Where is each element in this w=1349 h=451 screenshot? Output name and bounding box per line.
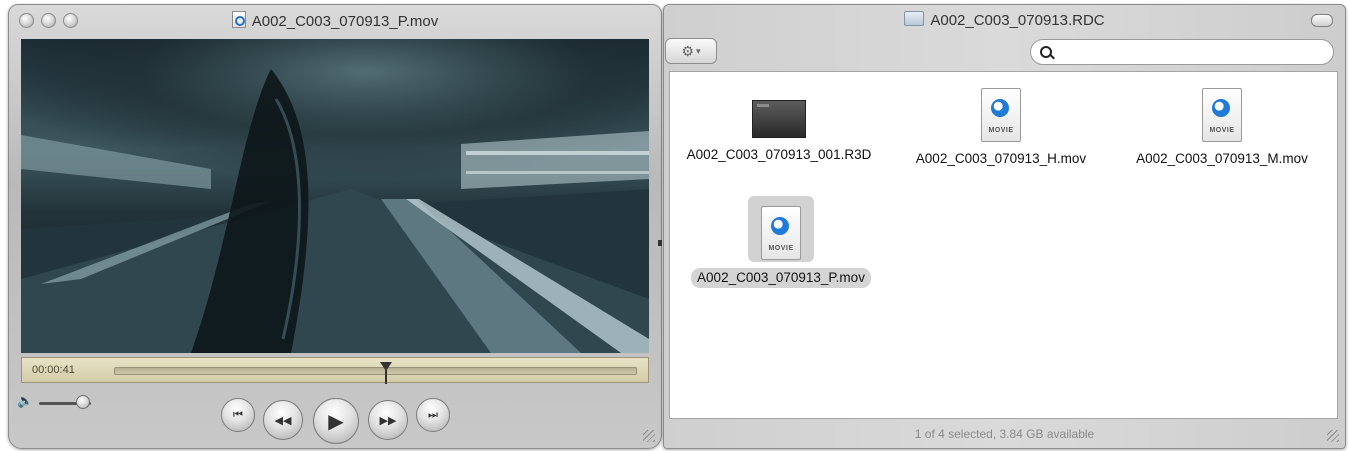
movie-tag: MOVIE [988,127,1014,134]
file-item-selected[interactable]: MOVIE A002_C003_070913_P.mov [676,196,886,288]
quicktime-movie-icon: MOVIE [981,88,1021,142]
folder-icon [904,11,925,26]
file-item[interactable]: MOVIE A002_C003_070913_M.mov [1117,78,1327,168]
player-window-title: A002_C003_070913_P.mov [251,13,439,30]
time-bar: 00:00:41 [21,357,649,384]
go-to-end-icon: ⏭ [428,408,438,421]
finder-window: A002_C003_070913.RDC ⚙ ▾ A002_C003_07091… [663,4,1346,449]
go-to-start-button[interactable]: ⏮ [221,398,255,432]
go-to-end-button[interactable]: ⏭ [416,398,450,432]
finder-titlebar[interactable]: A002_C003_070913.RDC [664,11,1345,29]
resize-grip-icon[interactable] [643,430,655,442]
window-edge-marker [658,240,662,246]
play-icon: ▶ [328,410,344,433]
resize-grip-icon[interactable] [1327,430,1339,442]
go-to-start-icon: ⏮ [233,408,243,421]
timecode-display: 00:00:41 [32,364,75,376]
file-item[interactable]: MOVIE A002_C003_070913_H.mov [896,78,1106,168]
finder-window-title: A002_C003_070913.RDC [930,12,1105,29]
search-input[interactable] [1059,43,1323,63]
quicktime-player-window: A002_C003_070913_P.mov 00:00:41 🔈 ⏮ ◀◀ ▶… [8,4,662,449]
file-icon-view: A002_C003_070913_001.R3D MOVIE A002_C003… [669,71,1338,419]
rewind-icon: ◀◀ [274,414,292,427]
fast-forward-icon: ▶▶ [379,414,397,427]
file-name: A002_C003_070913_H.mov [915,151,1087,166]
toolbar-toggle-button[interactable] [1311,14,1333,27]
status-bar: 1 of 4 selected, 3.84 GB available [914,427,1095,441]
search-icon [1040,46,1052,58]
quicktime-movie-icon: MOVIE [761,206,801,260]
video-frame[interactable] [21,39,649,353]
file-name: A002_C003_070913_P.mov [691,268,871,288]
search-field[interactable] [1030,39,1334,65]
r3d-thumbnail-icon [752,100,806,138]
file-item[interactable]: A002_C003_070913_001.R3D [674,78,884,164]
movie-document-icon [231,11,246,28]
movie-tag: MOVIE [1209,127,1235,134]
rewind-button[interactable]: ◀◀ [263,400,303,440]
speaker-icon: 🔈 [17,393,34,408]
player-titlebar[interactable]: A002_C003_070913_P.mov [9,5,661,35]
fast-forward-button[interactable]: ▶▶ [368,400,408,440]
movie-tag: MOVIE [768,245,794,252]
scrubber-track[interactable] [114,362,637,384]
play-button[interactable]: ▶ [313,398,359,444]
chevron-down-icon: ▾ [696,45,701,56]
file-name: A002_C003_070913_M.mov [1136,151,1308,166]
gear-icon: ⚙ [681,42,695,59]
action-menu-button[interactable]: ⚙ ▾ [665,38,717,64]
volume-slider-knob[interactable] [76,395,91,409]
quicktime-movie-icon: MOVIE [1202,88,1242,142]
transport-controls: 🔈 ⏮ ◀◀ ▶ ▶▶ ⏭ [9,383,661,448]
video-frame-image [21,39,649,353]
playhead-handle[interactable] [379,362,392,384]
file-name: A002_C003_070913_001.R3D [686,147,872,162]
